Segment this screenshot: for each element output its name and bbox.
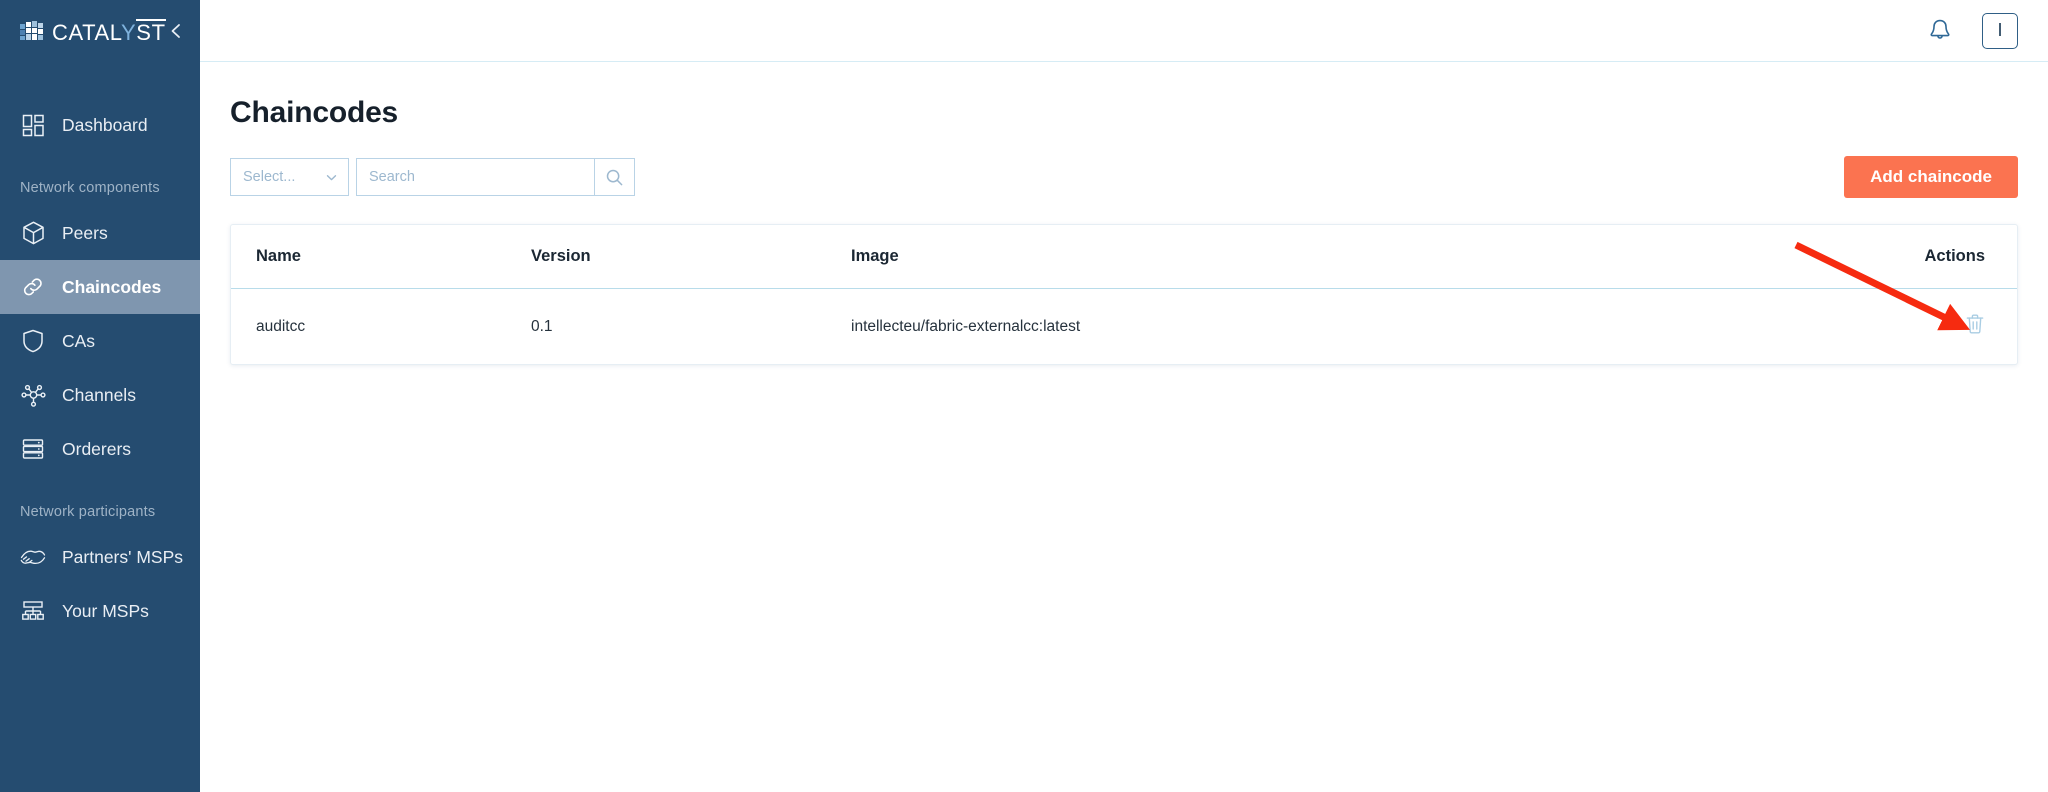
sidebar-item-label: Dashboard <box>62 115 148 136</box>
magnifier-icon <box>605 168 624 187</box>
sidebar-item-your-msps[interactable]: Your MSPs <box>0 584 200 638</box>
add-chaincode-button[interactable]: Add chaincode <box>1844 156 2018 198</box>
sidebar-section-network-participants: Network participants <box>0 476 200 530</box>
sidebar-item-label: Channels <box>62 385 136 406</box>
sidebar-item-label: Partners' MSPs <box>62 547 183 568</box>
column-header-version: Version <box>531 225 851 289</box>
cube-icon <box>20 220 46 246</box>
column-header-name: Name <box>231 225 531 289</box>
handshake-icon <box>20 544 46 570</box>
table-row[interactable]: auditcc 0.1 intellecteu/fabric-externalc… <box>231 289 2017 365</box>
cell-actions <box>1867 289 2017 365</box>
brand-text-end: ST <box>136 19 165 44</box>
app-root: CATALYST Dashboard <box>0 0 2048 792</box>
search-group <box>356 158 635 196</box>
chevron-left-icon <box>168 21 184 41</box>
sidebar-section-network-components: Network components <box>0 152 200 206</box>
org-chart-icon <box>20 598 46 624</box>
sidebar: CATALYST Dashboard <box>0 0 200 792</box>
sidebar-item-partners-msps[interactable]: Partners' MSPs <box>0 530 200 584</box>
sidebar-item-chaincodes[interactable]: Chaincodes <box>0 260 200 314</box>
sidebar-item-label: CAs <box>62 331 95 352</box>
grid-squares-logo-icon <box>20 21 43 42</box>
sidebar-item-peers[interactable]: Peers <box>0 206 200 260</box>
network-nodes-icon <box>20 382 46 408</box>
sidebar-item-label: Peers <box>62 223 108 244</box>
notifications-button[interactable] <box>1926 16 1954 46</box>
sidebar-item-channels[interactable]: Channels <box>0 368 200 422</box>
page-content: Chaincodes Select... <box>200 62 2048 365</box>
cell-name: auditcc <box>231 289 531 365</box>
column-header-actions: Actions <box>1867 225 2017 289</box>
sidebar-item-dashboard[interactable]: Dashboard <box>0 98 200 152</box>
bell-icon <box>1928 18 1952 44</box>
avatar-initial: I <box>1997 20 2002 41</box>
delete-chaincode-button[interactable] <box>1965 313 1985 335</box>
sidebar-nav: Dashboard Network components Peers <box>0 98 200 638</box>
page-title: Chaincodes <box>230 96 2018 130</box>
sidebar-item-label: Orderers <box>62 439 131 460</box>
table-body: auditcc 0.1 intellecteu/fabric-externalc… <box>231 289 2017 365</box>
search-button[interactable] <box>594 158 635 196</box>
brand-text-start: CATAL <box>52 20 121 45</box>
chain-link-icon <box>20 274 46 300</box>
shield-icon <box>20 328 46 354</box>
sidebar-item-label: Chaincodes <box>62 277 161 298</box>
brand-text-accent: Y <box>121 20 136 45</box>
sidebar-header: CATALYST <box>0 0 200 62</box>
table-head: Name Version Image Actions <box>231 225 2017 289</box>
topbar: I <box>200 0 2048 62</box>
table-header-row: Name Version Image Actions <box>231 225 2017 289</box>
sidebar-item-cas[interactable]: CAs <box>0 314 200 368</box>
brand-name: CATALYST <box>52 19 166 44</box>
filter-select-placeholder: Select... <box>243 169 295 185</box>
dashboard-grid-icon <box>20 112 46 138</box>
sidebar-item-label: Your MSPs <box>62 601 149 622</box>
filter-select[interactable]: Select... <box>230 158 349 196</box>
chevron-down-icon <box>325 171 338 184</box>
server-stack-icon <box>20 436 46 462</box>
user-avatar-button[interactable]: I <box>1982 13 2018 49</box>
sidebar-collapse-button[interactable] <box>166 18 186 44</box>
main-area: I Chaincodes Select... <box>200 0 2048 792</box>
trash-delete-icon <box>1965 313 1985 335</box>
column-header-image: Image <box>851 225 1867 289</box>
sidebar-item-orderers[interactable]: Orderers <box>0 422 200 476</box>
chaincodes-table: Name Version Image Actions auditcc 0.1 i… <box>231 225 2017 364</box>
chaincodes-table-card: Name Version Image Actions auditcc 0.1 i… <box>230 224 2018 365</box>
search-input[interactable] <box>356 158 594 196</box>
cell-image: intellecteu/fabric-externalcc:latest <box>851 289 1867 365</box>
cell-version: 0.1 <box>531 289 851 365</box>
filters-group: Select... <box>230 158 635 196</box>
toolbar: Select... <box>230 156 2018 198</box>
brand-logo[interactable]: CATALYST <box>20 19 166 44</box>
